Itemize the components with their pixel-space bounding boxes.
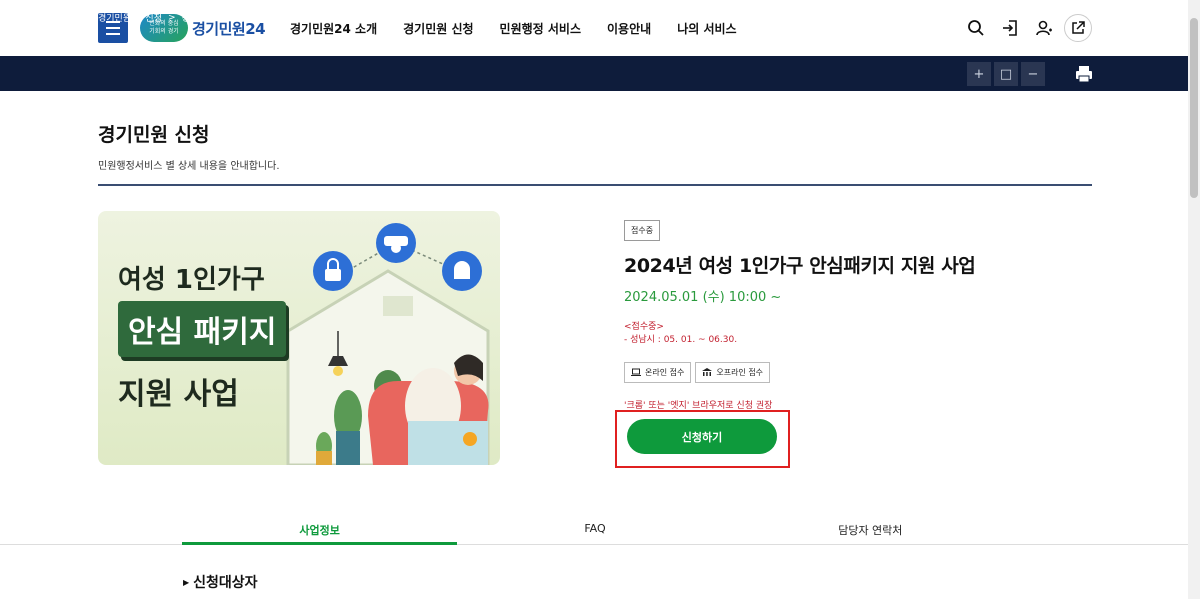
tab-contact[interactable]: 담당자 연락처 — [733, 518, 1008, 545]
banner-heading-line2: 안심 패키지 — [118, 301, 287, 357]
channel-online-label: 온라인 접수 — [645, 368, 685, 377]
nav-item-apply[interactable]: 경기민원 신청 — [403, 20, 473, 37]
banner-heading-line3: 지원 사업 — [118, 377, 239, 412]
page-title: 경기민원 신청 — [98, 124, 210, 146]
section-heading-label: 신청대상자 — [193, 575, 258, 591]
site-header: 변화의 중심 기회의 경기 경기민원24 경기민원24 소개 경기민원 신청 민… — [0, 0, 1188, 56]
reception-channels: 온라인 접수 오프라인 접수 — [624, 362, 771, 383]
utility-menu — [962, 14, 1092, 42]
search-icon[interactable] — [962, 14, 990, 42]
breadcrumb: 경기민원24 신청 > 경기민원24 신청하기 — [98, 11, 263, 25]
logo-badge-line2: 기회의 경기 — [149, 28, 179, 35]
zoom-out-button[interactable]: − — [1021, 62, 1045, 86]
page-description: 민원행정서비스 별 상세 내용을 안내합니다. — [98, 161, 280, 172]
nav-item-intro[interactable]: 경기민원24 소개 — [290, 20, 377, 37]
user-icon[interactable] — [1030, 14, 1058, 42]
reception-note-period: - 성남시 : 05. 01. ~ 06.30. — [624, 335, 738, 345]
share-icon[interactable] — [1064, 14, 1092, 42]
zoom-reset-button[interactable]: □ — [994, 62, 1018, 86]
channel-online: 온라인 접수 — [624, 362, 692, 383]
laptop-icon — [631, 368, 641, 376]
breadcrumb-item[interactable]: 경기민원24 신청 — [98, 11, 162, 24]
tab-program-info[interactable]: 사업정보 — [182, 518, 458, 545]
menu-icon-bar — [106, 27, 120, 29]
scrollbar-thumb[interactable] — [1190, 18, 1198, 198]
nav-item-guide[interactable]: 이용안내 — [607, 20, 651, 37]
print-icon[interactable] — [1075, 65, 1093, 83]
channel-offline-label: 오프라인 접수 — [716, 368, 764, 377]
tab-faq[interactable]: FAQ — [457, 518, 732, 545]
banner-heading-line1: 여성 1인가구 — [118, 265, 265, 295]
reception-note: <접수중> - 성남시 : 05. 01. ~ 06.30. — [624, 321, 737, 347]
nav-item-my-service[interactable]: 나의 서비스 — [677, 20, 736, 37]
triangle-right-icon: ▶ — [183, 577, 190, 587]
zoom-controls: + □ − — [967, 62, 1045, 86]
breadcrumb-item-current[interactable]: 경기민원24 신청하기 — [182, 11, 263, 24]
apply-button[interactable]: 신청하기 — [627, 419, 777, 454]
main-nav: 경기민원24 소개 경기민원 신청 민원행정 서비스 이용안내 나의 서비스 — [290, 20, 737, 37]
menu-icon-bar — [106, 33, 120, 35]
channel-offline: 오프라인 접수 — [695, 362, 771, 383]
content-tabs: 사업정보 FAQ 담당자 연락처 — [182, 518, 1008, 545]
program-banner-image: 여성 1인가구 안심 패키지 지원 사업 — [98, 211, 500, 465]
program-date: 2024.05.01 (수) 10:00 ~ — [624, 290, 782, 305]
login-icon[interactable] — [996, 14, 1024, 42]
title-divider — [98, 184, 1092, 186]
breadcrumb-separator: > — [168, 12, 176, 23]
page-scrollbar[interactable] — [1188, 0, 1200, 599]
section-heading: ▶ 신청대상자 — [183, 572, 258, 592]
reception-note-status: <접수중> — [624, 322, 664, 332]
nav-item-services[interactable]: 민원행정 서비스 — [500, 20, 581, 37]
building-icon — [702, 368, 713, 376]
zoom-in-button[interactable]: + — [967, 62, 991, 86]
program-title: 2024년 여성 1인가구 안심패키지 지원 사업 — [624, 255, 976, 277]
status-badge: 접수중 — [624, 220, 661, 241]
